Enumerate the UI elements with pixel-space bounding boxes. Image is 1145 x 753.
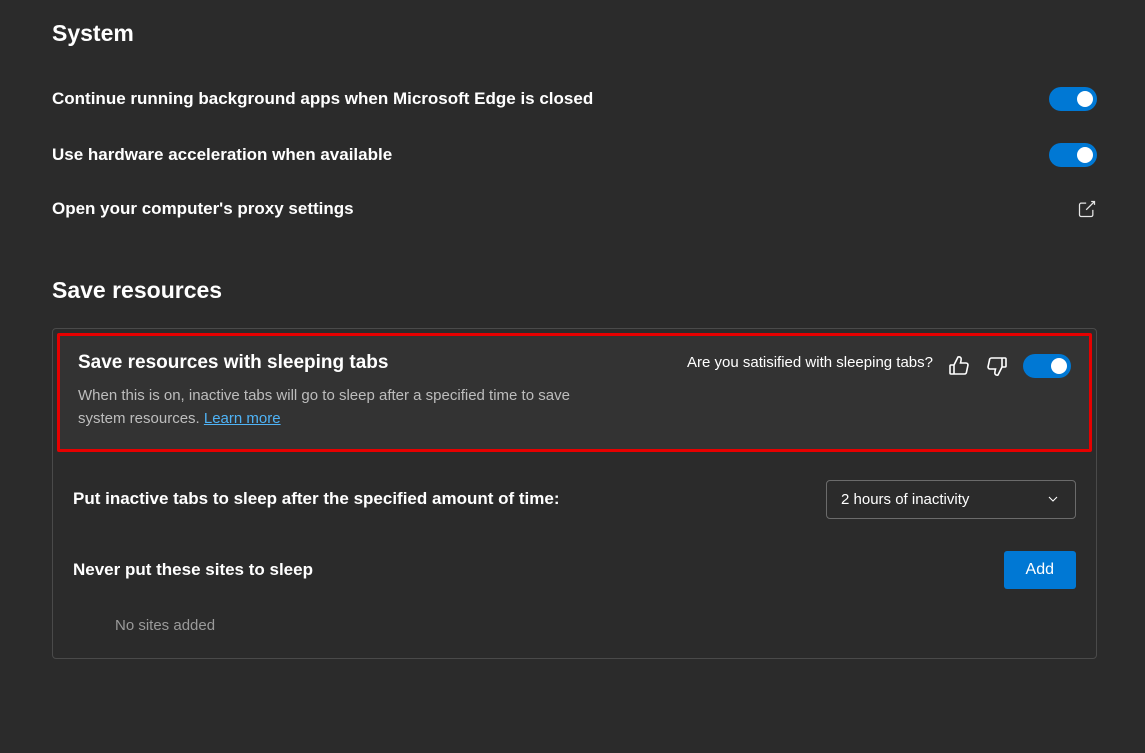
label-hardware-accel: Use hardware acceleration when available [52,145,392,165]
link-learn-more[interactable]: Learn more [204,410,281,427]
row-never-sleep: Never put these sites to sleep Add [73,535,1076,605]
section-title-save-resources: Save resources [52,277,1097,304]
toggle-hardware-accel[interactable] [1049,143,1097,167]
panel-sleeping-tabs: Save resources with sleeping tabs When t… [57,333,1092,452]
chevron-down-icon [1045,491,1061,507]
select-sleep-timeout[interactable]: 2 hours of inactivity [826,480,1076,519]
label-proxy-settings: Open your computer's proxy settings [52,199,354,219]
add-site-button[interactable]: Add [1004,551,1076,589]
toggle-sleeping-tabs[interactable] [1023,354,1071,378]
card-save-resources: Save resources with sleeping tabs When t… [52,328,1097,659]
section-title-system: System [52,20,1097,47]
row-proxy-settings[interactable]: Open your computer's proxy settings [52,183,1097,235]
select-sleep-timeout-value: 2 hours of inactivity [841,491,969,508]
desc-sleeping-tabs-text: When this is on, inactive tabs will go t… [78,387,570,427]
row-sleep-timeout: Put inactive tabs to sleep after the spe… [73,464,1076,535]
external-link-icon [1077,199,1097,219]
empty-sites-text: No sites added [73,605,1076,634]
row-hardware-accel: Use hardware acceleration when available [52,127,1097,183]
label-background-apps: Continue running background apps when Mi… [52,89,593,109]
desc-sleeping-tabs: When this is on, inactive tabs will go t… [78,384,598,431]
thumbs-down-icon[interactable] [985,354,1009,378]
thumbs-up-icon[interactable] [947,354,971,378]
title-sleeping-tabs: Save resources with sleeping tabs [78,352,598,374]
label-sleep-timeout: Put inactive tabs to sleep after the spe… [73,489,559,509]
label-never-sleep: Never put these sites to sleep [73,560,313,580]
label-feedback-question: Are you satisified with sleeping tabs? [687,354,933,371]
row-background-apps: Continue running background apps when Mi… [52,71,1097,127]
toggle-background-apps[interactable] [1049,87,1097,111]
